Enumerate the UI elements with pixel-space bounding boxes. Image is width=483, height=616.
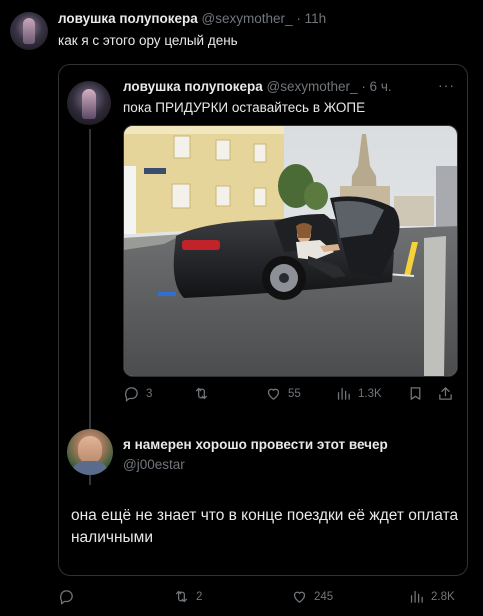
quoted-reply-count: 3: [146, 387, 153, 400]
quoted-author-handle[interactable]: @sexymother_: [267, 79, 358, 94]
tweet-action-bar: 2 245 2.8K: [58, 588, 468, 608]
author-name[interactable]: ловушка полупокера: [58, 11, 198, 26]
reply-icon: [59, 590, 73, 605]
reply-author-name[interactable]: я намерен хорошо провести этот вечер: [123, 437, 388, 452]
separator: ·: [296, 11, 301, 26]
tweet-text: как я с этого ору целый день: [58, 33, 238, 48]
quoted-text: пока ПРИДУРКИ оставайтесь в ЖОПЕ: [123, 100, 366, 115]
avatar[interactable]: [10, 12, 48, 50]
more-options-icon[interactable]: ···: [438, 77, 455, 93]
quoted-retweet-button[interactable]: [193, 385, 216, 402]
quoted-views-count: 1.3K: [358, 387, 382, 400]
quoted-timestamp[interactable]: · 6 ч.: [361, 79, 391, 94]
quoted-like-button[interactable]: 55: [265, 385, 301, 402]
share-icon: [439, 387, 452, 400]
retweet-button[interactable]: 2: [173, 588, 202, 605]
quoted-author-name[interactable]: ловушка полупокера: [123, 79, 263, 94]
timestamp[interactable]: 11h: [305, 11, 327, 26]
heart-icon: [293, 591, 306, 603]
quoted-bookmark-button[interactable]: [407, 385, 430, 402]
quoted-like-count: 55: [288, 387, 301, 400]
reply-text: она ещё не знает что в конце поездки её …: [71, 507, 459, 546]
quoted-action-bar: 3 55 1.3K: [123, 385, 458, 405]
tweet-header: ловушка полупокера @sexymother_ · 11h: [58, 11, 326, 26]
views-icon: [337, 387, 350, 400]
reply-button[interactable]: [58, 588, 81, 605]
quoted-header: ловушка полупокера @sexymother_ · 6 ч.: [123, 79, 392, 94]
tweet-photo[interactable]: [123, 125, 458, 377]
views-count: 2.8K: [431, 590, 455, 603]
quoted-reply-button[interactable]: 3: [123, 385, 152, 402]
reply-avatar[interactable]: [67, 429, 113, 475]
reply-icon: [124, 387, 138, 402]
like-button[interactable]: 245: [291, 588, 333, 605]
retweet-icon: [175, 590, 188, 603]
photo-car-woman-icon: [124, 126, 457, 376]
retweet-icon: [195, 387, 208, 400]
reply-author-handle[interactable]: @j00estar: [123, 457, 185, 472]
views-button[interactable]: 2.8K: [408, 588, 455, 605]
author-handle[interactable]: @sexymother_: [202, 11, 293, 26]
bookmark-icon: [410, 387, 421, 400]
quoted-views-button[interactable]: 1.3K: [335, 385, 382, 402]
views-icon: [410, 590, 423, 603]
quoted-tweet[interactable]: ··· ловушка полупокера @sexymother_ · 6 …: [58, 64, 468, 576]
like-count: 245: [314, 590, 334, 603]
quoted-avatar[interactable]: [67, 81, 111, 125]
retweet-count: 2: [196, 590, 203, 603]
heart-icon: [267, 388, 280, 400]
quoted-share-button[interactable]: [437, 385, 460, 402]
